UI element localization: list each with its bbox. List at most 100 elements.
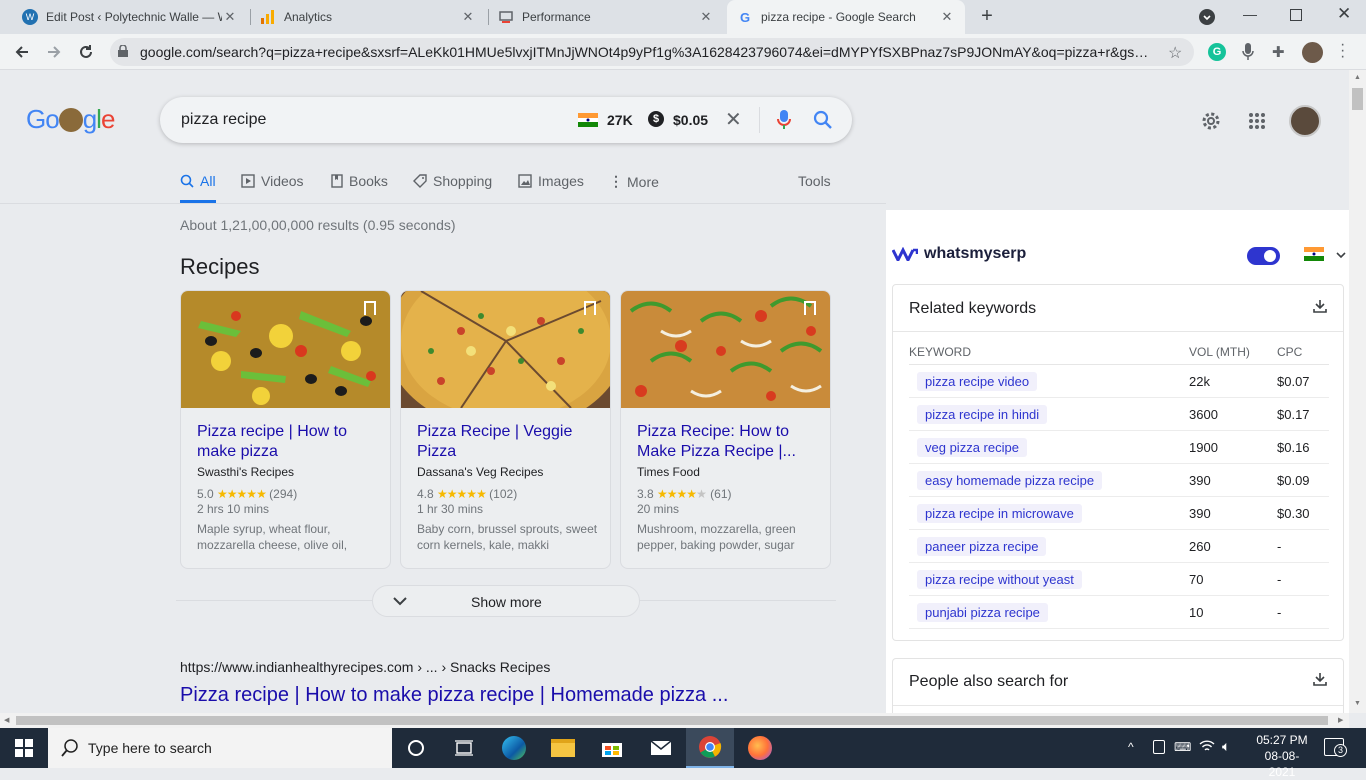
tab-more[interactable]: ⋮ More (609, 173, 659, 190)
star-icons: ★★★★ (657, 487, 697, 501)
lock-icon[interactable] (118, 45, 128, 57)
search-input[interactable]: pizza recipe (181, 111, 266, 129)
firefox-icon[interactable] (736, 728, 784, 768)
scroll-thumb[interactable] (1352, 88, 1363, 110)
file-explorer-icon[interactable] (539, 728, 587, 768)
microphone-icon[interactable] (1242, 43, 1254, 66)
bookmark-icon[interactable] (804, 301, 816, 315)
tab-books[interactable]: Books (331, 173, 388, 189)
mail-icon[interactable] (637, 728, 685, 768)
new-tab-button[interactable]: + (976, 5, 998, 27)
search-icon (61, 739, 78, 757)
taskbar-clock[interactable]: 05:27 PM 08-08-2021 (1252, 732, 1312, 780)
edge-icon[interactable] (490, 728, 538, 768)
tab-analytics[interactable]: Analytics ✕ (250, 0, 486, 34)
voice-search-icon[interactable] (777, 110, 791, 135)
keyword-row: punjabi pizza recipe 10 - (909, 596, 1329, 629)
search-box[interactable]: pizza recipe 27K $ $0.05 ✕ (160, 97, 852, 143)
result-title-link[interactable]: Pizza recipe | How to make pizza recipe … (180, 684, 728, 707)
close-icon[interactable]: ✕ (222, 9, 238, 25)
settings-gear-icon[interactable] (1200, 110, 1222, 137)
profile-avatar[interactable] (1302, 42, 1323, 63)
keyword-chip[interactable]: pizza recipe in hindi (917, 405, 1048, 424)
tab-all[interactable]: All (180, 173, 216, 189)
recipe-title[interactable]: Pizza Recipe: How to Make Pizza Recipe |… (637, 422, 817, 462)
grammarly-icon[interactable]: G (1208, 43, 1226, 61)
recipe-card[interactable]: Pizza Recipe | Veggie Pizza Dassana's Ve… (400, 290, 611, 569)
extensions-puzzle-icon[interactable]: ✚ (1272, 43, 1285, 61)
india-flag-icon (578, 113, 598, 127)
back-button[interactable] (10, 40, 34, 64)
result-breadcrumb[interactable]: https://www.indianhealthyrecipes.com › .… (180, 659, 550, 675)
cortana-icon[interactable] (392, 728, 440, 768)
keyword-chip[interactable]: pizza recipe video (917, 372, 1038, 391)
close-icon[interactable]: ✕ (939, 9, 955, 25)
recipe-title[interactable]: Pizza Recipe | Veggie Pizza (417, 422, 597, 462)
keyword-volume: 70 (1189, 572, 1204, 587)
recipe-time: 20 mins (637, 502, 680, 516)
restore-button[interactable] (1290, 9, 1302, 21)
tab-edit-post[interactable]: W Edit Post ‹ Polytechnic Walle — W ✕ (12, 0, 248, 34)
microsoft-store-icon[interactable] (588, 728, 636, 768)
close-icon[interactable]: ✕ (460, 9, 476, 25)
close-window-button[interactable]: ✕ (1337, 4, 1351, 24)
browser-menu-icon[interactable]: · · · (1340, 37, 1345, 65)
bookmark-icon[interactable] (584, 301, 596, 315)
download-icon[interactable] (1313, 672, 1327, 686)
download-icon[interactable] (1313, 299, 1327, 313)
keyword-chip[interactable]: easy homemade pizza recipe (917, 471, 1103, 490)
keyword-chip[interactable]: paneer pizza recipe (917, 537, 1047, 556)
chrome-taskbar-icon[interactable] (686, 728, 734, 768)
vertical-scrollbar[interactable]: ▲ ▼ (1349, 70, 1366, 713)
volume-icon[interactable]: 🔈︎ (1222, 738, 1230, 755)
tab-performance[interactable]: Performance ✕ (488, 0, 724, 34)
tab-images[interactable]: Images (518, 173, 584, 189)
google-doodle-logo[interactable]: Go gle (26, 104, 115, 135)
tab-label: Shopping (433, 173, 493, 189)
show-more-button[interactable]: Show more (372, 585, 640, 617)
recipe-card[interactable]: Pizza recipe | How to make pizza Swasthi… (180, 290, 391, 569)
scroll-down-arrow-icon: ▼ (1354, 700, 1361, 707)
keyword-cpc: $0.30 (1277, 506, 1310, 521)
apps-grid-icon[interactable] (1248, 112, 1266, 135)
keyword-row: pizza recipe video 22k $0.07 (909, 365, 1329, 398)
recipes-heading: Recipes (180, 254, 260, 279)
taskbar-search-placeholder: Type here to search (88, 740, 212, 756)
wifi-icon[interactable] (1199, 739, 1215, 758)
reload-button[interactable] (74, 40, 98, 64)
tab-search-icon[interactable] (1199, 9, 1215, 25)
recipe-title[interactable]: Pizza recipe | How to make pizza (197, 422, 377, 462)
keyword-chip[interactable]: pizza recipe in microwave (917, 504, 1082, 523)
minimize-button[interactable]: — (1243, 6, 1259, 26)
keyword-chip[interactable]: punjabi pizza recipe (917, 603, 1048, 622)
address-bar[interactable]: google.com/search?q=pizza+recipe&sxsrf=A… (110, 38, 1194, 66)
keyword-chip[interactable]: pizza recipe without yeast (917, 570, 1082, 589)
tab-videos[interactable]: Videos (241, 173, 304, 189)
account-avatar[interactable] (1289, 105, 1321, 137)
horizontal-scrollbar[interactable]: ◀ ▶ (0, 713, 1349, 728)
arrow-right-icon (48, 46, 61, 58)
show-hidden-icons-chevron[interactable]: ^ (1128, 740, 1134, 754)
tab-google-search[interactable]: G pizza recipe - Google Search ✕ (727, 0, 965, 34)
input-method-icon[interactable]: ⌨ (1174, 740, 1191, 754)
notification-center-icon[interactable]: 3 (1324, 738, 1347, 757)
tab-shopping[interactable]: Shopping (413, 173, 492, 189)
tools-button[interactable]: Tools (798, 173, 831, 189)
task-view-icon[interactable] (440, 728, 488, 768)
clear-search-icon[interactable]: ✕ (725, 107, 742, 132)
windows-start-button[interactable] (0, 728, 48, 768)
bookmark-icon[interactable] (364, 301, 376, 315)
tab-title: pizza recipe - Google Search (761, 10, 916, 24)
close-icon[interactable]: ✕ (698, 9, 714, 25)
chevron-down-icon[interactable] (1336, 252, 1346, 259)
extension-toggle[interactable] (1247, 247, 1280, 265)
recipe-card[interactable]: Pizza Recipe: How to Make Pizza Recipe |… (620, 290, 831, 569)
taskbar-search-box[interactable]: Type here to search (48, 728, 392, 768)
india-flag-icon[interactable] (1304, 247, 1324, 266)
keyword-chip[interactable]: veg pizza recipe (917, 438, 1027, 457)
forward-button[interactable] (42, 40, 66, 64)
battery-icon[interactable] (1153, 740, 1165, 754)
search-icon[interactable] (813, 110, 833, 135)
scroll-thumb[interactable] (16, 716, 1328, 725)
bookmark-star-icon[interactable]: ☆ (1168, 43, 1182, 63)
